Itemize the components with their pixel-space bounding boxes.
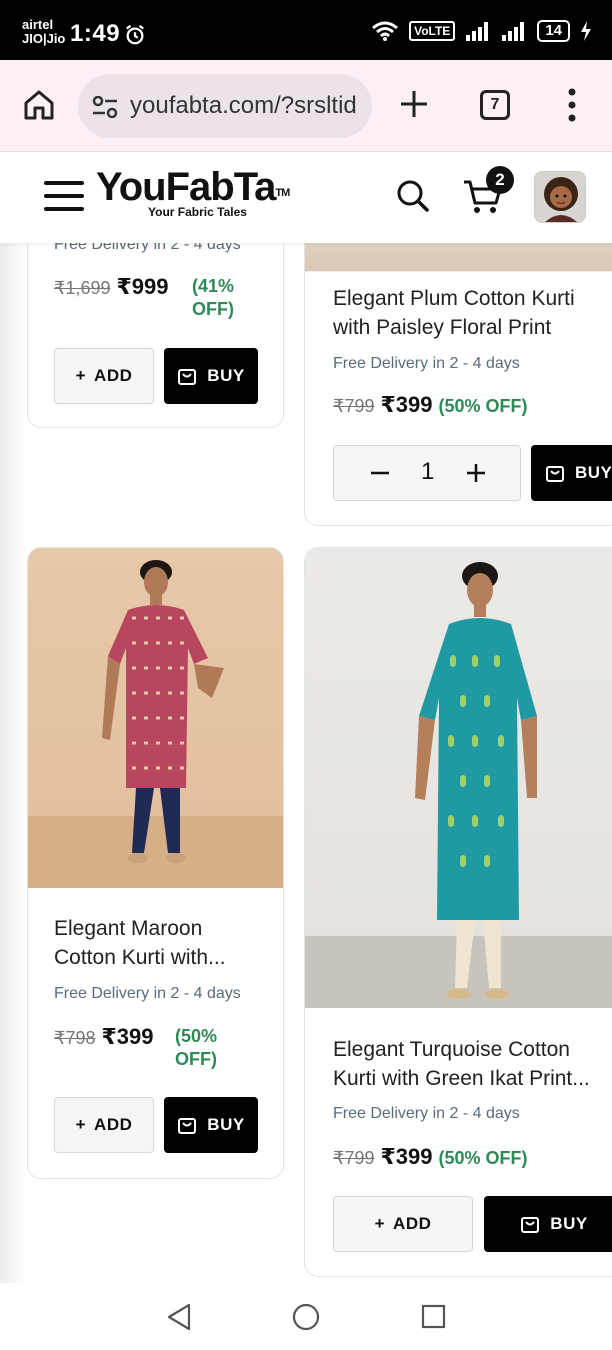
original-price: ₹799: [333, 1148, 375, 1168]
site-logo[interactable]: YouFabTaTM Your Fabric Tales: [96, 165, 290, 219]
discount-off: OFF): [192, 299, 234, 319]
sale-price: ₹399: [380, 392, 433, 417]
discount-label: (50% OFF): [171, 1025, 217, 1071]
add-to-cart-button[interactable]: + ADD: [54, 348, 154, 404]
plus-icon: +: [75, 1115, 87, 1134]
discount-percent: (41%: [191, 276, 234, 296]
price-line: ₹799 ₹399 (50% OFF): [333, 392, 528, 418]
discount-label: (50% OFF): [438, 1148, 528, 1168]
delivery-info: Free Delivery in 2 - 4 days: [54, 985, 241, 1002]
buy-label: BUY: [575, 463, 612, 482]
logo-text: YouFabTa: [96, 165, 276, 209]
product-title[interactable]: Elegant Plum Cotton Kurti with Paisley F…: [333, 284, 593, 342]
wifi-icon: [372, 21, 399, 41]
model-photo: [305, 562, 612, 1008]
shopping-bag-icon: [521, 1217, 540, 1233]
url-text: youfabta.com/?srsltid: [130, 92, 357, 119]
charging-icon: [581, 21, 591, 41]
sale-price: ₹399: [380, 1144, 433, 1169]
buy-now-button[interactable]: BUY: [484, 1196, 612, 1252]
add-label: ADD: [94, 366, 133, 385]
sale-price: ₹999: [116, 274, 169, 299]
home-icon[interactable]: [22, 88, 56, 122]
quantity-value[interactable]: 1: [421, 458, 434, 486]
product-grid: Free Delivery in 2 - 4 days ₹1,699 ₹999 (…: [0, 243, 612, 1283]
status-bar: airtel JIO|Jio 1:49 VoLTE 14: [0, 0, 612, 60]
product-card[interactable]: Free Delivery in 2 - 4 days ₹1,699 ₹999 (…: [27, 243, 284, 428]
avatar-image: [535, 172, 585, 222]
plus-icon: +: [374, 1214, 386, 1233]
hamburger-menu-icon[interactable]: [44, 179, 84, 213]
add-label: ADD: [393, 1214, 432, 1233]
buy-label: BUY: [550, 1214, 588, 1233]
original-price: ₹798: [54, 1028, 96, 1048]
tab-switcher-button[interactable]: 7: [480, 90, 510, 120]
product-card[interactable]: Elegant Turquoise Cotton Kurti with Gree…: [304, 547, 612, 1277]
delivery-info: Free Delivery in 2 - 4 days: [333, 1105, 520, 1122]
price-line: ₹798 ₹399: [54, 1024, 154, 1050]
price-line: ₹799 ₹399 (50% OFF): [333, 1144, 528, 1170]
clock: 1:49: [70, 20, 121, 47]
discount-label: (41% OFF): [188, 275, 234, 321]
carrier-label: airtel JIO|Jio: [22, 18, 65, 46]
plus-icon[interactable]: [462, 459, 490, 487]
logo-trademark: TM: [275, 187, 290, 199]
browser-toolbar: youfabta.com/?srsltid 7: [0, 60, 612, 152]
more-menu-icon[interactable]: [566, 88, 578, 122]
signal-icon: [466, 22, 489, 41]
system-nav-bar: [0, 1283, 612, 1350]
cart-count-badge: 2: [486, 166, 514, 194]
discount-off: OFF): [175, 1049, 217, 1069]
buy-now-button[interactable]: BUY: [164, 1097, 258, 1153]
site-header: YouFabTaTM Your Fabric Tales: [0, 153, 612, 243]
sale-price: ₹399: [101, 1024, 154, 1049]
delivery-info: Free Delivery in 2 - 4 days: [333, 355, 520, 372]
volte-badge: VoLTE: [409, 21, 456, 41]
recent-apps-icon[interactable]: [421, 1304, 446, 1329]
carrier-name-secondary: JIO|Jio: [22, 31, 66, 46]
shopping-bag-icon: [546, 466, 564, 482]
product-image[interactable]: [28, 548, 283, 888]
delivery-info: Free Delivery in 2 - 4 days: [54, 243, 241, 253]
buy-now-button[interactable]: BUY: [164, 348, 258, 404]
product-image[interactable]: [305, 243, 612, 272]
product-card[interactable]: Elegant Maroon Cotton Kurti with... Free…: [27, 547, 284, 1179]
buy-label: BUY: [207, 1115, 245, 1134]
shopping-bag-icon: [178, 369, 197, 385]
search-icon[interactable]: [396, 179, 430, 213]
model-photo: [28, 560, 283, 888]
new-tab-icon[interactable]: [398, 88, 430, 120]
site-settings-icon[interactable]: [92, 96, 118, 118]
discount-percent: (50%: [174, 1026, 217, 1046]
address-bar[interactable]: youfabta.com/?srsltid: [78, 74, 372, 138]
battery-indicator: 14: [537, 20, 570, 42]
original-price: ₹799: [333, 396, 375, 416]
original-price: ₹1,699: [54, 278, 111, 298]
discount-label: (50% OFF): [438, 396, 528, 416]
price-line: ₹1,699 ₹999: [54, 274, 169, 300]
carrier-name: airtel: [22, 17, 54, 32]
product-card[interactable]: Elegant Plum Cotton Kurti with Paisley F…: [304, 243, 612, 526]
alarm-icon: [126, 24, 144, 45]
home-circle-icon[interactable]: [292, 1303, 320, 1331]
back-icon[interactable]: [166, 1303, 192, 1331]
add-to-cart-button[interactable]: + ADD: [333, 1196, 473, 1252]
quantity-stepper: 1: [333, 445, 521, 501]
add-label: ADD: [94, 1115, 133, 1134]
buy-label: BUY: [207, 366, 245, 385]
user-avatar[interactable]: [534, 171, 586, 223]
product-title[interactable]: Elegant Turquoise Cotton Kurti with Gree…: [333, 1035, 612, 1093]
minus-icon[interactable]: [366, 459, 394, 487]
signal-icon-2: [502, 22, 525, 41]
product-title[interactable]: Elegant Maroon Cotton Kurti with...: [54, 914, 264, 972]
add-to-cart-button[interactable]: + ADD: [54, 1097, 154, 1153]
shopping-bag-icon: [178, 1118, 197, 1134]
product-image[interactable]: [305, 548, 612, 1008]
scroll-shadow: [0, 243, 26, 1283]
plus-icon: +: [75, 366, 87, 385]
status-icons: VoLTE 14: [371, 20, 592, 42]
buy-now-button[interactable]: BUY: [531, 445, 612, 501]
